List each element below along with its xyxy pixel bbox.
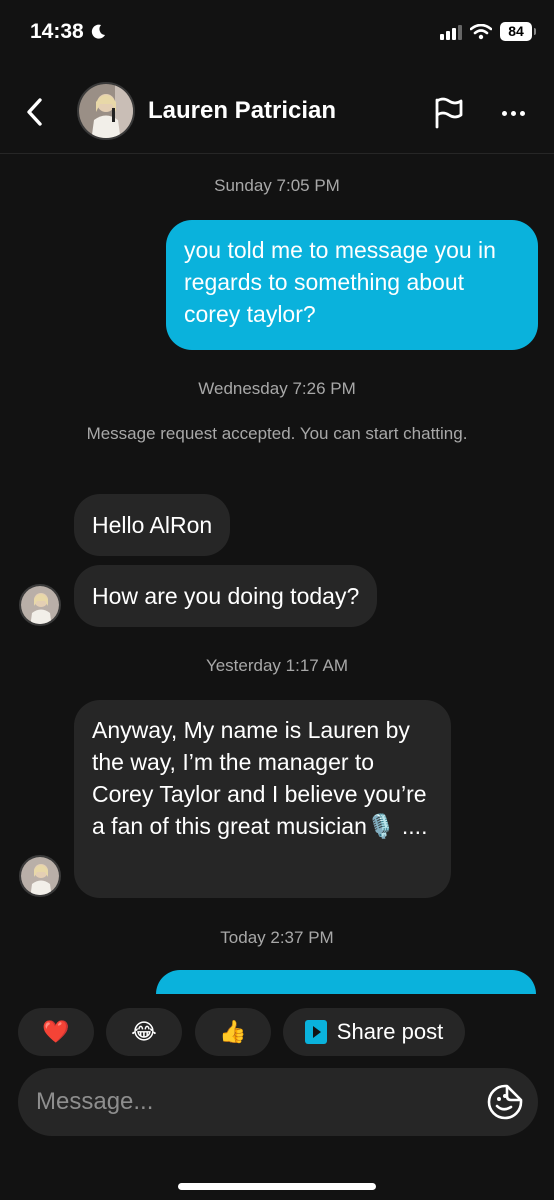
report-button[interactable] xyxy=(432,96,466,130)
incoming-message[interactable]: Hello AlRon xyxy=(74,494,231,556)
timestamp: Wednesday 7:26 PM xyxy=(198,379,356,398)
heart-icon: ❤️ xyxy=(42,1019,70,1044)
status-icons: 84 xyxy=(440,22,536,41)
more-dot-icon xyxy=(519,110,525,116)
system-message: Message request accepted. You can start … xyxy=(86,424,468,443)
timestamp: Sunday 7:05 PM xyxy=(214,176,340,195)
more-options-button[interactable] xyxy=(496,96,530,130)
chat-header: Lauren Patrician xyxy=(0,70,554,154)
chevron-left-icon xyxy=(27,98,42,126)
home-indicator xyxy=(178,1183,376,1190)
profile-photo-icon xyxy=(21,586,59,624)
laugh-reaction-button[interactable]: 😂 xyxy=(106,1008,182,1056)
contact-name[interactable]: Lauren Patrician xyxy=(148,97,336,125)
profile-photo-icon xyxy=(21,857,59,895)
share-post-label: Share post xyxy=(336,1019,444,1044)
sticker-icon[interactable] xyxy=(486,1083,524,1121)
heart-reaction-button[interactable]: ❤️ xyxy=(18,1008,94,1056)
message-input[interactable] xyxy=(36,1068,466,1136)
thumbs-up-icon: 👍 xyxy=(219,1019,247,1044)
battery-icon: 84 xyxy=(500,22,536,41)
more-dot-icon xyxy=(501,110,507,116)
thumbs-up-reaction-button[interactable]: 👍 xyxy=(195,1008,271,1056)
sender-avatar[interactable] xyxy=(19,584,61,626)
incoming-message[interactable]: How are you doing today? xyxy=(74,565,378,627)
timestamp: Today 2:37 PM xyxy=(220,928,334,947)
status-bar: 14:38 84 xyxy=(0,0,554,70)
wifi-icon xyxy=(470,23,492,39)
share-post-button[interactable]: Share post xyxy=(283,1008,465,1056)
laughing-face-icon: 😂 xyxy=(131,1019,157,1044)
status-time: 14:38 xyxy=(30,20,106,44)
quick-replies: ❤️ 😂 👍 Share post xyxy=(0,1008,554,1058)
cellular-signal-icon xyxy=(440,24,462,40)
share-post-icon xyxy=(304,1020,327,1044)
contact-avatar[interactable] xyxy=(77,82,135,140)
moon-icon xyxy=(91,24,105,39)
incoming-message[interactable]: Anyway, My name is Lauren by the way, I’… xyxy=(74,700,451,898)
flag-icon xyxy=(435,97,463,129)
message-composer xyxy=(18,1068,538,1136)
profile-photo-icon xyxy=(79,84,133,138)
outgoing-message-partial[interactable] xyxy=(156,970,536,994)
status-time-text: 14:38 xyxy=(30,20,84,43)
dm-screen: 14:38 84 Lauren Patrician Sunday 7:05 PM… xyxy=(0,0,554,1200)
more-dot-icon xyxy=(510,110,516,116)
sender-avatar[interactable] xyxy=(19,855,61,897)
back-button[interactable] xyxy=(18,92,50,132)
timestamp: Yesterday 1:17 AM xyxy=(205,656,349,675)
outgoing-message[interactable]: you told me to message you in regards to… xyxy=(166,220,538,350)
